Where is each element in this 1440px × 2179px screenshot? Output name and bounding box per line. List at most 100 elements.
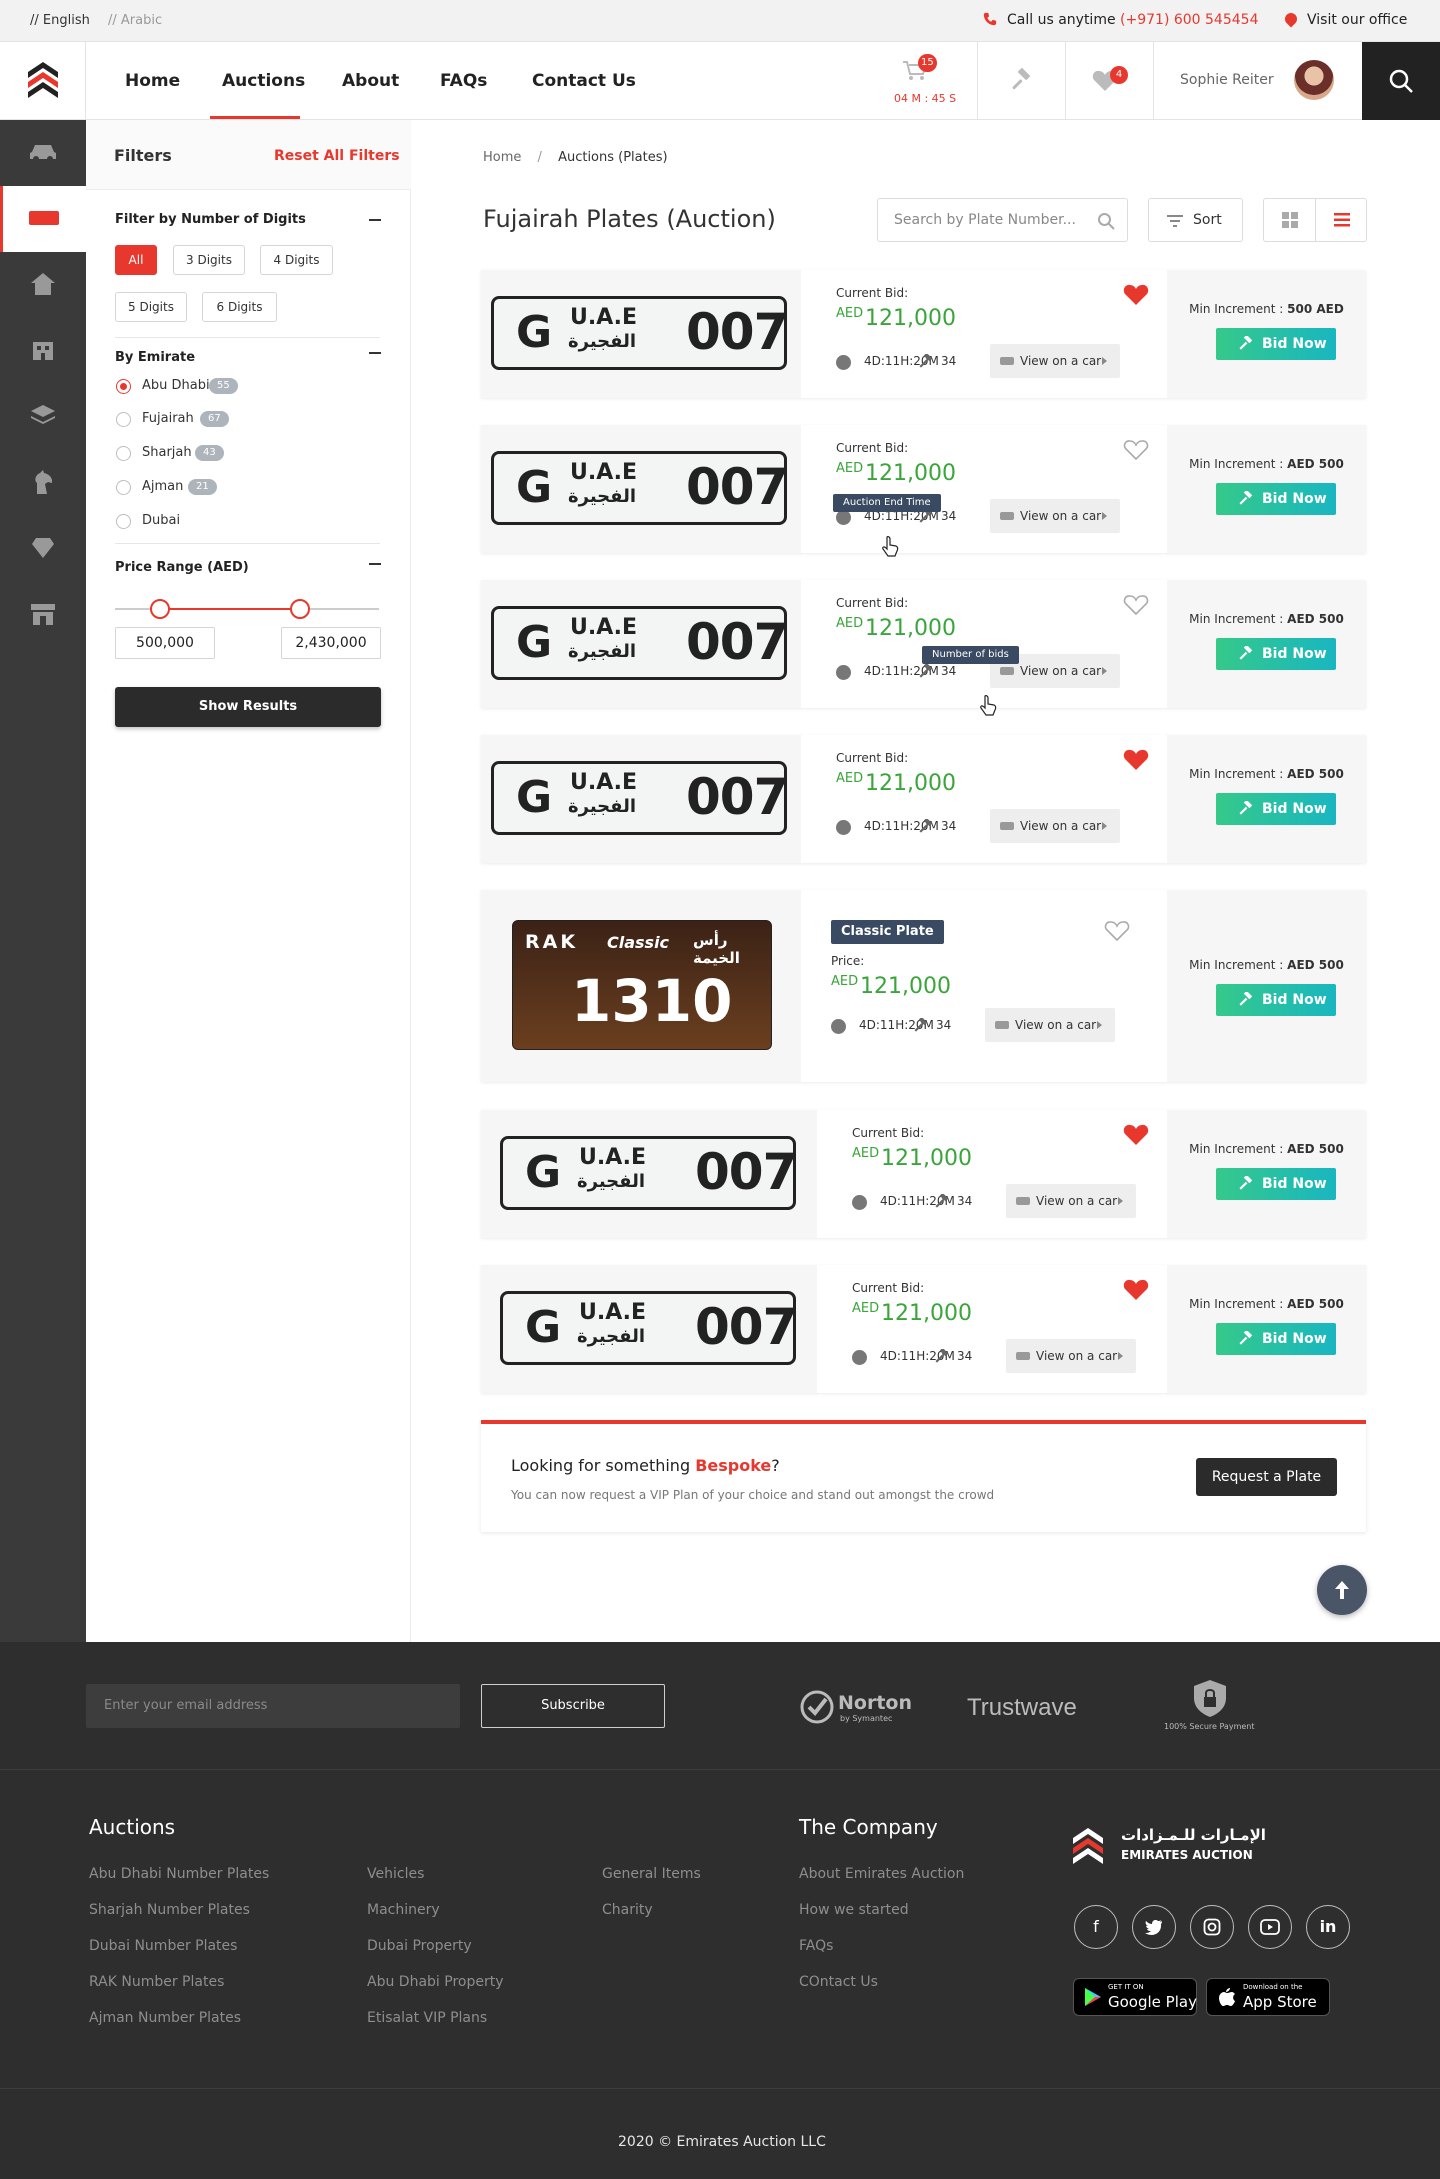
reset-filters-link[interactable]: Reset All Filters: [274, 148, 400, 164]
breadcrumb-home[interactable]: Home: [483, 150, 521, 165]
footer-link[interactable]: FAQs: [799, 1938, 833, 1954]
favorite-heart-filled-icon[interactable]: [1123, 1279, 1149, 1301]
plate-search-button[interactable]: [1084, 198, 1128, 242]
bid-now-button[interactable]: Bid Now: [1216, 1168, 1336, 1200]
slider-min-handle[interactable]: [149, 599, 170, 619]
favorite-heart-icon[interactable]: [1123, 594, 1149, 616]
view-on-car-button[interactable]: View on a car: [1006, 1184, 1136, 1218]
bid-now-button[interactable]: Bid Now: [1216, 793, 1336, 825]
facebook-icon[interactable]: f: [1074, 1905, 1118, 1949]
min-increment: Min Increment : 500 AED: [1167, 302, 1366, 316]
wishlist-button[interactable]: 4: [1065, 42, 1153, 120]
footer-link[interactable]: Etisalat VIP Plans: [367, 2010, 487, 2026]
radio-ajman[interactable]: [116, 480, 131, 495]
app-store-button[interactable]: Download on the App Store: [1206, 1978, 1330, 2016]
footer-link[interactable]: RAK Number Plates: [89, 1974, 224, 1990]
view-on-car-button[interactable]: View on a car: [990, 499, 1120, 533]
favorite-heart-icon[interactable]: [1123, 439, 1149, 461]
back-to-top-button[interactable]: [1317, 1565, 1367, 1615]
price-min-input[interactable]: 500,000: [115, 627, 215, 659]
footer-link[interactable]: Dubai Number Plates: [89, 1938, 237, 1954]
collapse-digits-icon[interactable]: [369, 219, 381, 221]
subscribe-button[interactable]: Subscribe: [481, 1684, 665, 1728]
digit-chip-3[interactable]: 3 Digits: [173, 245, 245, 275]
radio-sharjah[interactable]: [116, 446, 131, 461]
rail-jewellery[interactable]: [0, 516, 86, 582]
list-view-button[interactable]: [1316, 199, 1368, 241]
linkedin-icon[interactable]: in: [1306, 1905, 1350, 1949]
phone-icon: [983, 12, 997, 26]
radio-abu-dhabi[interactable]: [116, 379, 131, 394]
user-menu[interactable]: Sophie Reiter: [1153, 42, 1362, 120]
plate-search-input[interactable]: Search by Plate Number...: [877, 198, 1091, 242]
language-english-link[interactable]: // English: [30, 13, 90, 28]
price-range-slider[interactable]: [115, 598, 379, 620]
instagram-icon[interactable]: [1190, 1905, 1234, 1949]
view-on-car-button[interactable]: View on a car: [990, 809, 1120, 843]
rail-shop[interactable]: [0, 582, 86, 648]
rail-general[interactable]: [0, 384, 86, 450]
footer-link[interactable]: Abu Dhabi Number Plates: [89, 1866, 269, 1882]
footer-link[interactable]: Dubai Property: [367, 1938, 472, 1954]
digit-chip-all[interactable]: All: [115, 245, 157, 275]
language-arabic-link[interactable]: // Arabic: [108, 13, 162, 28]
header-search-button[interactable]: [1362, 42, 1440, 120]
footer-link[interactable]: General Items: [602, 1866, 701, 1882]
footer-link[interactable]: Charity: [602, 1902, 653, 1918]
show-results-button[interactable]: Show Results: [115, 687, 381, 727]
favorite-heart-icon[interactable]: [1104, 920, 1130, 942]
footer-link[interactable]: Vehicles: [367, 1866, 424, 1882]
bid-now-button[interactable]: Bid Now: [1216, 328, 1336, 360]
favorite-heart-filled-icon[interactable]: [1123, 284, 1149, 306]
footer-link[interactable]: About Emirates Auction: [799, 1866, 964, 1882]
view-on-car-button[interactable]: View on a car: [990, 344, 1120, 378]
nav-contact-us[interactable]: Contact Us: [532, 71, 636, 91]
footer-link[interactable]: Sharjah Number Plates: [89, 1902, 250, 1918]
bid-now-button[interactable]: Bid Now: [1216, 483, 1336, 515]
footer-link[interactable]: Machinery: [367, 1902, 440, 1918]
rail-vehicles[interactable]: [0, 120, 86, 186]
favorite-heart-filled-icon[interactable]: [1123, 1124, 1149, 1146]
rail-property[interactable]: [0, 252, 86, 318]
footer-link[interactable]: COntact Us: [799, 1974, 878, 1990]
collapse-price-icon[interactable]: [369, 563, 381, 565]
radio-dubai[interactable]: [116, 514, 131, 529]
digit-chip-4[interactable]: 4 Digits: [260, 245, 333, 275]
view-on-car-button[interactable]: View on a car: [1006, 1339, 1136, 1373]
rail-buildings[interactable]: [0, 318, 86, 384]
rail-animals[interactable]: [0, 450, 86, 516]
google-play-button[interactable]: GET IT ON Google Play: [1073, 1978, 1197, 2016]
sort-button[interactable]: Sort: [1148, 198, 1243, 242]
visit-office-link[interactable]: Visit our office: [1282, 10, 1407, 28]
footer-link[interactable]: Abu Dhabi Property: [367, 1974, 504, 1990]
slider-max-handle[interactable]: [289, 599, 310, 619]
digit-chip-6[interactable]: 6 Digits: [202, 292, 277, 322]
digit-chip-5[interactable]: 5 Digits: [115, 292, 187, 322]
logo[interactable]: [0, 42, 86, 120]
bid-now-button[interactable]: Bid Now: [1216, 638, 1336, 670]
view-on-car-button[interactable]: View on a car: [985, 1008, 1115, 1042]
collapse-emirate-icon[interactable]: [369, 352, 381, 354]
cart-button[interactable]: 15 04 M : 45 S: [888, 42, 977, 120]
nav-faqs[interactable]: FAQs: [440, 71, 487, 91]
request-plate-button[interactable]: Request a Plate: [1196, 1458, 1337, 1496]
footer-link[interactable]: How we started: [799, 1902, 909, 1918]
bid-now-button[interactable]: Bid Now: [1216, 1323, 1336, 1355]
nav-auctions[interactable]: Auctions: [222, 71, 305, 91]
price-max-input[interactable]: 2,430,000: [281, 627, 381, 659]
favorite-heart-filled-icon[interactable]: [1123, 749, 1149, 771]
newsletter-email-input[interactable]: Enter your email address: [86, 1684, 460, 1728]
avatar[interactable]: [1294, 60, 1334, 100]
footer-link[interactable]: Ajman Number Plates: [89, 2010, 241, 2026]
bid-now-button[interactable]: Bid Now: [1216, 984, 1336, 1016]
my-bids-button[interactable]: [977, 42, 1065, 120]
nav-about[interactable]: About: [342, 71, 399, 91]
radio-fujairah[interactable]: [116, 412, 131, 427]
call-us[interactable]: Call us anytime (+971) 600 545454: [983, 12, 1258, 28]
location-pin-icon: [1282, 10, 1300, 28]
grid-view-button[interactable]: [1264, 199, 1316, 241]
nav-home[interactable]: Home: [125, 71, 180, 91]
rail-plates[interactable]: [0, 186, 86, 252]
youtube-icon[interactable]: [1248, 1905, 1292, 1949]
twitter-icon[interactable]: [1132, 1905, 1176, 1949]
